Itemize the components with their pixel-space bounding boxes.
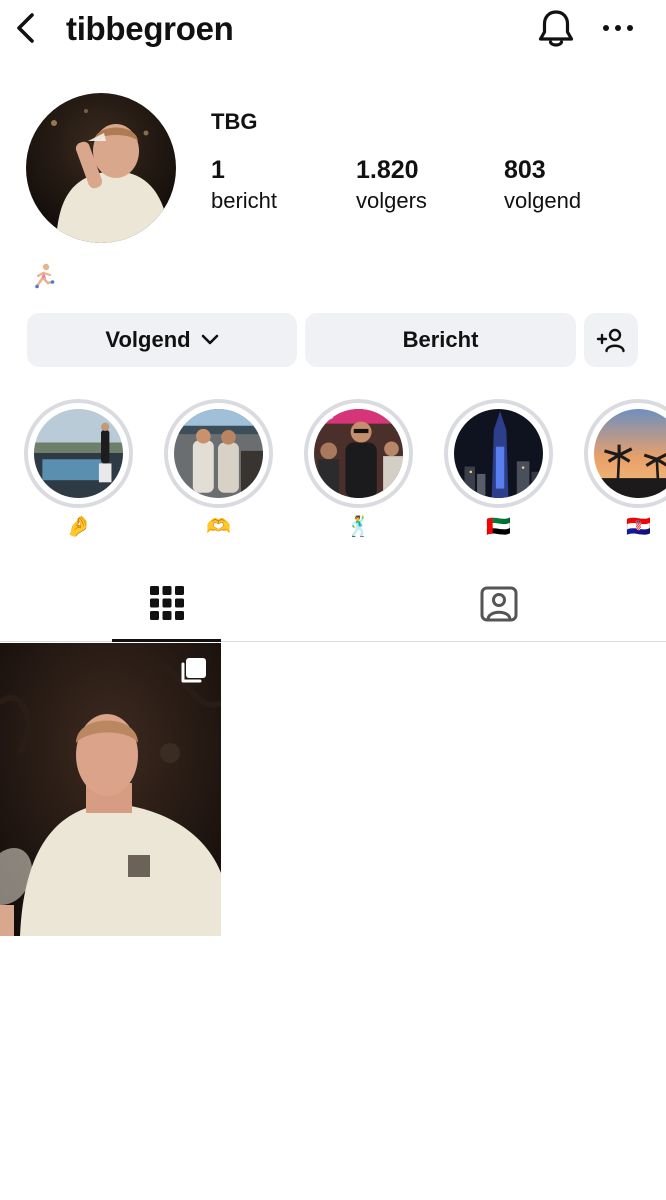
stat-following-count: 803 [504, 156, 546, 184]
bell-icon [538, 10, 574, 47]
carousel-indicator [179, 657, 207, 685]
chevron-down-icon [201, 334, 218, 345]
tab-tagged[interactable] [444, 565, 554, 642]
add-person-icon [596, 328, 625, 353]
back-button[interactable] [10, 8, 44, 48]
following-button[interactable]: Volgend [27, 313, 297, 367]
bio-runner-emoji [30, 262, 58, 290]
stat-followers-count: 1.820 [356, 156, 419, 184]
profile-tabs [0, 565, 666, 642]
highlight-1[interactable] [24, 399, 133, 508]
stat-following[interactable]: 803 volgend [504, 156, 581, 216]
post-photo [0, 643, 221, 936]
highlight-3-label: 🕺 [346, 516, 371, 538]
stat-following-label: volgend [504, 188, 582, 213]
highlight-3[interactable] [304, 399, 413, 508]
tagged-person-icon [480, 586, 518, 622]
highlight-4[interactable] [444, 399, 553, 508]
following-button-label: Volgend [105, 327, 191, 352]
stat-posts[interactable]: 1 bericht [211, 156, 277, 216]
chevron-left-icon [17, 13, 34, 43]
highlight-2-label: 🫶 [206, 516, 231, 538]
stat-posts-count: 1 [211, 156, 225, 184]
highlight-1-label: 🤌 [66, 516, 91, 538]
stat-posts-label: bericht [211, 188, 278, 213]
message-button[interactable]: Bericht [305, 313, 576, 367]
highlight-4-thumbnail [454, 409, 543, 498]
highlight-5[interactable] [584, 399, 666, 508]
highlight-3-thumbnail [314, 409, 403, 498]
highlight-5-thumbnail [594, 409, 666, 498]
highlight-2-thumbnail [174, 409, 263, 498]
suggest-accounts-button[interactable] [584, 313, 638, 367]
highlight-4-label: 🇦🇪 [486, 516, 511, 538]
message-button-label: Bericht [402, 327, 479, 352]
highlight-2[interactable] [164, 399, 273, 508]
multiple-photos-icon [181, 658, 206, 683]
stat-followers-label: volgers [356, 188, 427, 213]
post-thumbnail-1[interactable] [0, 643, 221, 936]
profile-display-name: TBG [211, 109, 258, 134]
more-options-button[interactable] [596, 6, 640, 50]
profile-username: tibbegroen [66, 10, 234, 47]
top-bar: tibbegroen [0, 0, 666, 58]
stat-followers[interactable]: 1.820 volgers [356, 156, 427, 216]
grid-icon [150, 586, 184, 620]
highlight-1-thumbnail [34, 409, 123, 498]
ellipsis-icon [603, 25, 633, 31]
notifications-button[interactable] [534, 6, 578, 50]
avatar-photo [26, 93, 176, 243]
tab-posts-grid[interactable] [112, 565, 221, 642]
highlight-5-label: 🇭🇷 [626, 516, 651, 538]
running-person-icon [35, 263, 55, 289]
profile-avatar[interactable] [26, 93, 176, 243]
